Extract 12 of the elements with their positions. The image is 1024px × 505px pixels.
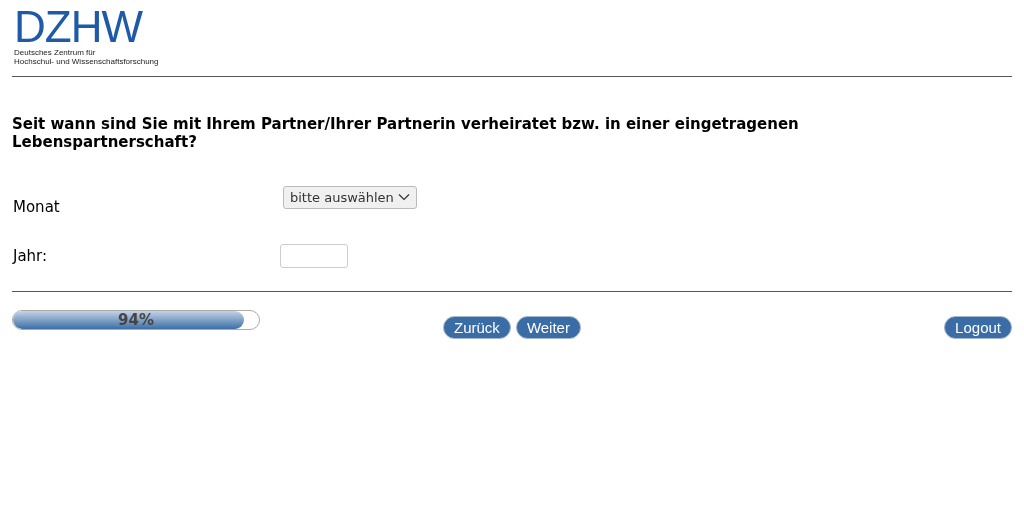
field-label: Monat <box>12 198 61 216</box>
logo-wordmark: DZHW <box>14 8 144 46</box>
month-dropdown[interactable]: bitte auswählen <box>283 185 417 209</box>
next-button[interactable]: Weiter <box>515 316 581 339</box>
field-label: Jahr: <box>12 247 49 265</box>
year-input[interactable] <box>280 244 348 268</box>
question-text: Seit wann sind Sie mit Ihrem Partner/Ihrer Partnerin verheiratet bzw. in einer eingetragenen Lebenspartnerschaft? <box>12 115 800 151</box>
progress-percent: 94% <box>118 311 154 329</box>
caret-icon <box>397 193 410 201</box>
logout-button[interactable]: Logout <box>944 316 1012 339</box>
logo-subtitle: Deutsches Zentrum für Hochschul- und Wissenschaftsforschung <box>14 48 160 66</box>
back-button[interactable]: Zurück <box>443 316 511 339</box>
